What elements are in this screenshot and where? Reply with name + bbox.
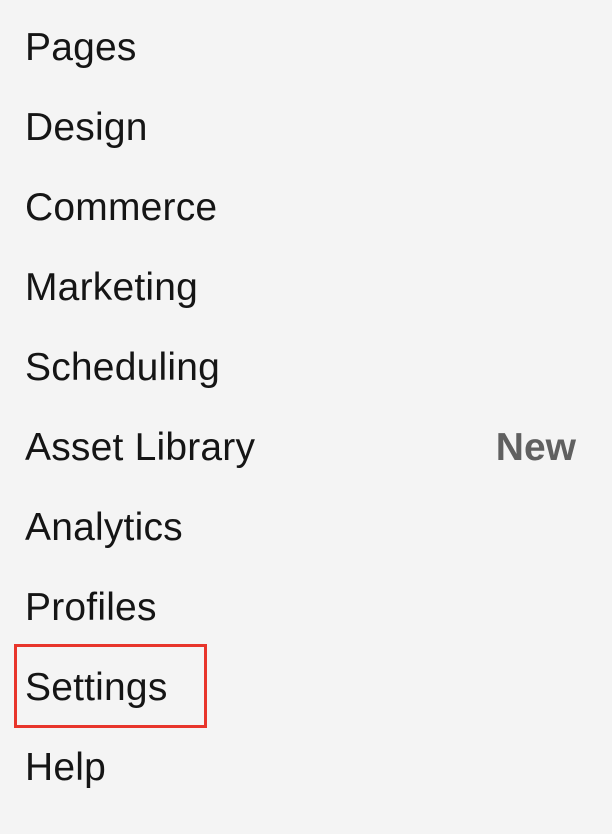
nav-item-label: Commerce (25, 186, 218, 229)
new-badge: New (495, 426, 576, 469)
nav-item-asset-library[interactable]: Asset Library New (25, 408, 576, 488)
nav-item-commerce[interactable]: Commerce (25, 168, 576, 248)
nav-item-label: Design (25, 106, 148, 149)
main-nav-menu: Pages Design Commerce Marketing Scheduli… (0, 0, 612, 834)
nav-item-label: Marketing (25, 266, 199, 309)
nav-item-marketing[interactable]: Marketing (25, 248, 576, 328)
nav-item-label: Pages (25, 26, 137, 69)
nav-item-label: Help (25, 746, 107, 789)
nav-item-label: Scheduling (25, 346, 220, 389)
nav-item-label: Analytics (25, 506, 183, 549)
nav-item-design[interactable]: Design (25, 88, 576, 168)
nav-item-pages[interactable]: Pages (25, 8, 576, 88)
nav-item-scheduling[interactable]: Scheduling (25, 328, 576, 408)
nav-item-label: Profiles (25, 586, 157, 629)
nav-item-help[interactable]: Help (25, 728, 576, 808)
nav-item-settings[interactable]: Settings (25, 648, 576, 728)
nav-item-profiles[interactable]: Profiles (25, 568, 576, 648)
nav-item-label: Asset Library (25, 426, 256, 469)
nav-item-analytics[interactable]: Analytics (25, 488, 576, 568)
nav-item-label: Settings (25, 666, 168, 709)
